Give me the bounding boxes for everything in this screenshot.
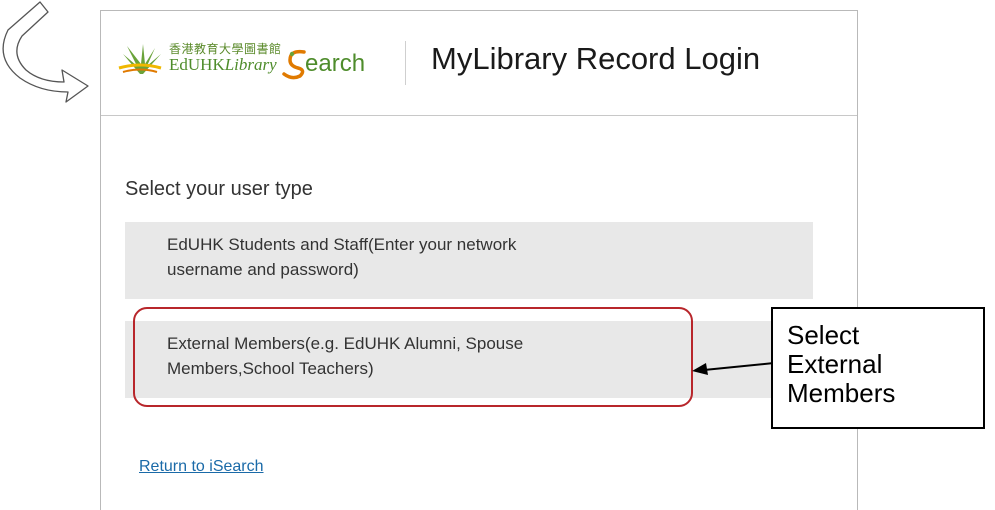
callout-line: External (787, 349, 883, 379)
user-type-prompt: Select your user type (125, 178, 313, 200)
page-title: MyLibrary Record Login (431, 41, 761, 76)
login-panel: 香港教育大學圖書館 EdUHKLibrary earch MyLibrary R… (100, 10, 858, 510)
option-label-line2: username and password) (167, 260, 359, 279)
panel-header: 香港教育大學圖書館 EdUHKLibrary earch MyLibrary R… (101, 11, 857, 116)
option-label-line1: EdUHK Students and Staff(Enter your netw… (167, 235, 517, 254)
logo-edu-name: EdUHK (169, 55, 225, 74)
callout-line: Select (787, 320, 860, 350)
return-to-isearch-link[interactable]: Return to iSearch (139, 458, 264, 476)
curved-back-arrow-icon (2, 1, 89, 103)
leaf-logo-icon (118, 44, 162, 74)
logo-edu-text: EdUHKLibrary (169, 55, 277, 75)
logo-search-text: earch (305, 50, 366, 77)
annotation-callout: Select External Members (771, 307, 985, 429)
library-logo[interactable]: 香港教育大學圖書館 EdUHKLibrary earch (115, 38, 385, 82)
option-students-staff[interactable]: EdUHK Students and Staff(Enter your netw… (125, 222, 813, 299)
pointer-arrow-icon (692, 362, 775, 375)
option-label-line1: External Members(e.g. EdUHK Alumni, Spou… (167, 334, 524, 353)
option-label-line2: Members,School Teachers) (167, 359, 374, 378)
logo-library-text: Library (224, 55, 277, 74)
callout-line: Members (787, 378, 896, 408)
header-divider (405, 41, 406, 85)
